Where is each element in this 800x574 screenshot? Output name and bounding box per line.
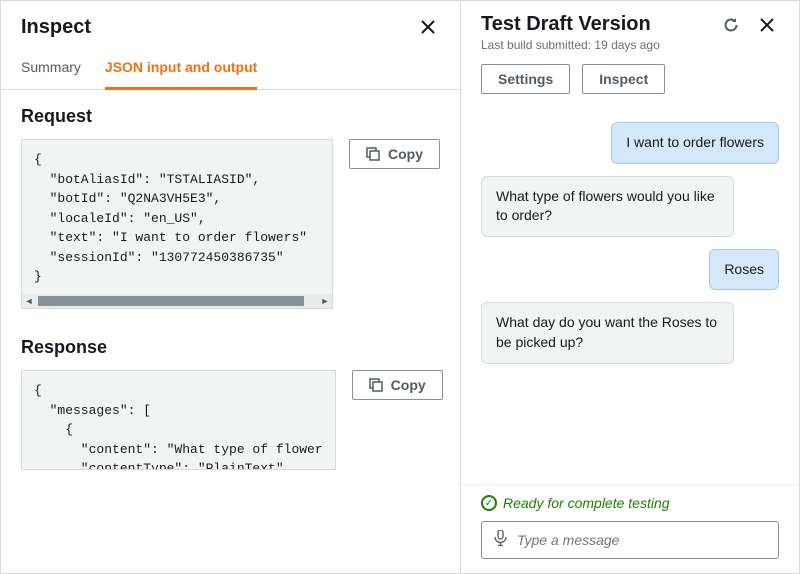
chat-message-bot: What day do you want the Roses to be pic… — [481, 302, 779, 363]
close-icon — [759, 17, 775, 33]
response-code[interactable]: { "messages": [ { "content": "What type … — [22, 371, 335, 469]
tab-json[interactable]: JSON input and output — [105, 49, 257, 90]
copy-response-button[interactable]: Copy — [352, 370, 443, 400]
message-input-container[interactable] — [481, 521, 779, 559]
inspect-panel: Inspect Summary JSON input and output Re… — [1, 1, 461, 573]
request-code[interactable]: { "botAliasId": "TSTALIASID", "botId": "… — [22, 140, 332, 294]
test-subtitle: Last build submitted: 19 days ago — [481, 38, 660, 52]
settings-button[interactable]: Settings — [481, 64, 570, 94]
inspect-tabs: Summary JSON input and output — [1, 49, 460, 90]
response-code-block: { "messages": [ { "content": "What type … — [21, 370, 336, 470]
tab-summary[interactable]: Summary — [21, 49, 81, 90]
chat-message-bot: What type of flowers would you like to o… — [481, 176, 779, 237]
chat-message-user: Roses — [481, 249, 779, 291]
test-panel: Test Draft Version Last build submitted:… — [461, 1, 799, 573]
copy-label: Copy — [391, 377, 426, 393]
chat-scroll[interactable]: I want to order flowers What type of flo… — [461, 108, 799, 484]
chat-message-user: I want to order flowers — [481, 122, 779, 164]
refresh-icon — [723, 17, 739, 33]
status-text: Ready for complete testing — [503, 495, 670, 511]
request-hscroll[interactable]: ◄ ► — [22, 294, 332, 308]
chat-bubble: I want to order flowers — [611, 122, 779, 164]
status-bar: ✓ Ready for complete testing — [461, 484, 799, 521]
inspect-scroll[interactable]: Request { "botAliasId": "TSTALIASID", "b… — [1, 90, 460, 573]
refresh-button[interactable] — [719, 13, 743, 37]
test-title: Test Draft Version — [481, 13, 660, 36]
copy-label: Copy — [388, 146, 423, 162]
chat-bubble: Roses — [709, 249, 779, 291]
copy-icon — [366, 147, 380, 161]
close-test-button[interactable] — [755, 13, 779, 37]
message-input[interactable] — [517, 532, 766, 548]
check-icon: ✓ — [481, 495, 497, 511]
inspect-button[interactable]: Inspect — [582, 64, 665, 94]
copy-icon — [369, 378, 383, 392]
microphone-icon[interactable] — [494, 530, 507, 550]
copy-request-button[interactable]: Copy — [349, 139, 440, 169]
close-icon — [420, 19, 436, 35]
response-title: Response — [21, 337, 440, 358]
chat-bubble: What day do you want the Roses to be pic… — [481, 302, 734, 363]
inspect-title: Inspect — [21, 16, 91, 39]
request-title: Request — [21, 106, 440, 127]
request-code-block: { "botAliasId": "TSTALIASID", "botId": "… — [21, 139, 333, 309]
close-inspect-button[interactable] — [416, 15, 440, 39]
chat-bubble: What type of flowers would you like to o… — [481, 176, 734, 237]
